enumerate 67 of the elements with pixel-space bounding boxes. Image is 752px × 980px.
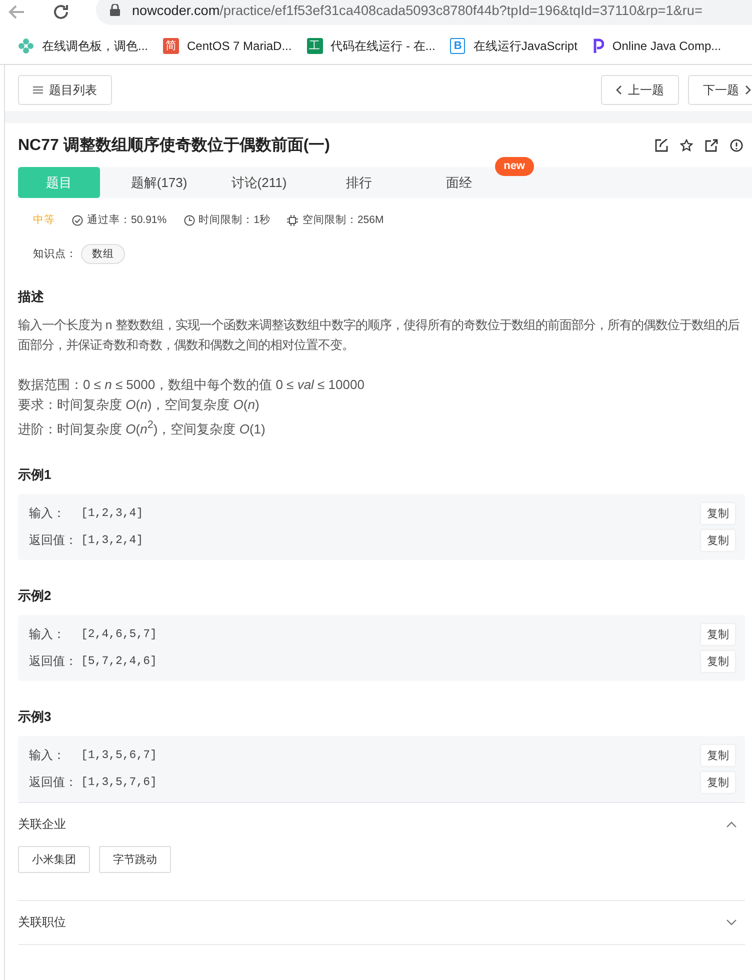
company-tag[interactable]: 小米集团 (18, 846, 90, 874)
section-title[interactable]: 关联企业 (18, 816, 66, 834)
copy-button[interactable]: 复制 (701, 503, 735, 524)
example-value: [1,3,2,4] (81, 534, 144, 548)
tab[interactable]: 讨论(211) (218, 167, 300, 198)
info-icon (730, 138, 743, 152)
example-value: [1,3,5,7,6] (81, 776, 158, 790)
new-badge: new (494, 157, 534, 176)
example-heading: 示例3 (18, 708, 52, 726)
tab[interactable]: 题解(173) (118, 167, 200, 198)
example-value: [1,2,3,4] (81, 507, 144, 520)
example-label: 输入： (29, 747, 66, 764)
example-value: [1,3,5,6,7] (81, 749, 158, 762)
bookmark[interactable]: 在线调色板，调色... (18, 38, 148, 54)
description-text: 输入一个长度为 n 整数数组，实现一个函数来调整该数组中数字的顺序，使得所有的奇数位于数组的前面部分，所有的偶数位于数组的后面部分，并保证奇数和奇数，偶数和偶数之间的相对位置不变。 (18, 317, 741, 354)
section-title[interactable]: 关联职位 (18, 914, 66, 932)
bookmark[interactable]: Online Java Comp... (592, 38, 722, 54)
company-tag[interactable]: 字节跳动 (99, 846, 171, 874)
question-list-button[interactable]: 题目列表 (18, 75, 112, 105)
share-icon (705, 138, 718, 152)
example-value: [2,4,6,5,7] (81, 628, 158, 642)
time-limit: 时间限制：1秒 (198, 213, 270, 227)
example-label: 输入： (29, 505, 66, 522)
copy-button[interactable]: 复制 (701, 651, 735, 672)
example-label: 返回值： (29, 653, 78, 670)
lock-icon (110, 4, 120, 16)
previous-button[interactable]: 上一题 (601, 75, 679, 105)
check-circle-icon (72, 214, 83, 226)
bookmark[interactable]: B 在线运行JavaScript (450, 38, 578, 54)
copy-button[interactable]: 复制 (701, 530, 735, 552)
chip-icon (287, 214, 298, 226)
next-button[interactable]: 下一题 (688, 75, 752, 105)
reload-icon (52, 3, 70, 21)
section-heading: 描述 (18, 288, 45, 306)
difficulty-label: 中等 (33, 213, 55, 227)
back-icon (8, 3, 26, 21)
address-bar[interactable]: nowcoder.com/practice/ef1f53ef31ca408cada5093c8780f44b?tpId=196&tqId=37110&rp=1&ru= (96, 0, 752, 25)
knowledge-tag[interactable]: 数组 (81, 244, 125, 264)
knowledge-label: 知识点： (33, 247, 77, 261)
example-heading: 示例2 (18, 587, 52, 606)
copy-button[interactable]: 复制 (701, 772, 735, 794)
url-text: nowcoder.com/practice/ef1f53ef31ca408cada5093c8780f44b?tpId=196&tqId=37110&rp=1&ru= (132, 2, 702, 18)
constraint-text: 要求：时间复杂度 O(n)，空间复杂度 O(n) (18, 396, 260, 414)
bookmark[interactable]: 简 CentOS 7 MariaD... (163, 38, 292, 54)
constraint-text: 数据范围：0 ≤ n ≤ 5000，数组中每个数的值 0 ≤ val ≤ 10000 (18, 376, 366, 394)
clock-icon (184, 214, 195, 226)
edit-icon (655, 138, 668, 152)
menu-icon (33, 86, 43, 94)
example-value: [5,7,2,4,6] (81, 655, 158, 668)
tab[interactable]: 排行 (318, 167, 400, 198)
problem-title: NC77 调整数组顺序使奇数位于偶数前面(一) (18, 135, 330, 156)
chevron-right-icon (745, 85, 751, 95)
constraint-text: 进阶：时间复杂度 O(n$^{2}$)，空间复杂度 O(1) (18, 418, 266, 438)
bookmark-icon: 工 (306, 38, 323, 54)
space-limit: 空间限制：256M (302, 213, 384, 227)
pass-rate: 通过率：50.91% (87, 213, 167, 227)
bookmark-icon: B (450, 38, 466, 54)
example-label: 返回值： (29, 774, 78, 792)
example-label: 输入： (29, 626, 66, 644)
bookmark[interactable]: 工 代码在线运行 - 在... (306, 38, 436, 54)
chevron-left-icon (616, 85, 622, 95)
star-icon (680, 138, 693, 152)
example-label: 返回值： (29, 532, 78, 550)
copy-button[interactable]: 复制 (701, 624, 735, 646)
bookmark-icon: 简 (163, 38, 180, 54)
copy-button[interactable]: 复制 (701, 745, 735, 766)
example-heading: 示例1 (18, 466, 52, 484)
